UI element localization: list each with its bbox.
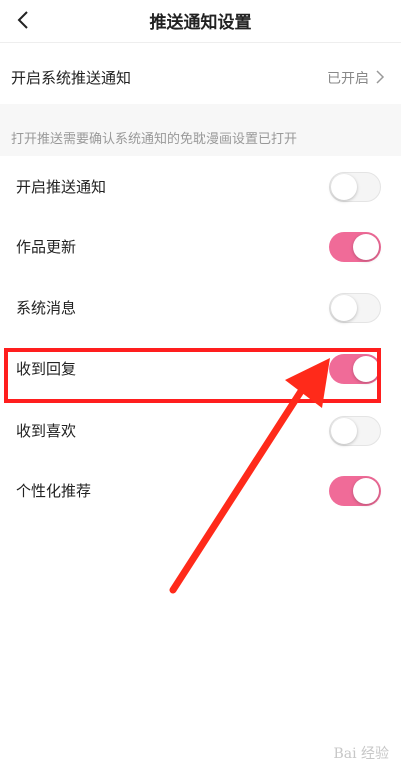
toggle-knob: [353, 478, 379, 504]
row-label: 个性化推荐: [16, 482, 92, 500]
page-title: 推送通知设置: [149, 13, 252, 33]
toggle-knob: [353, 234, 379, 260]
toggle-knob: [331, 295, 357, 321]
work-update-toggle[interactable]: [329, 232, 381, 262]
push-notification-toggle[interactable]: [329, 172, 381, 202]
header-divider: [0, 42, 401, 43]
header: 推送通知设置: [0, 0, 401, 40]
row-push-notification: 开启推送通知: [0, 158, 401, 218]
row-label: 系统消息: [16, 299, 77, 317]
row-label: 开启推送通知: [16, 178, 107, 196]
row-work-update: 作品更新: [0, 218, 401, 278]
system-push-label: 开启系统推送通知: [11, 69, 132, 87]
row-receive-like: 收到喜欢: [0, 402, 401, 462]
tip-text: 打开推送需要确认系统通知的免耽漫画设置已打开: [11, 132, 298, 147]
system-push-status: 已开启: [327, 71, 369, 87]
toggle-knob: [331, 174, 357, 200]
row-label: 作品更新: [16, 238, 77, 256]
system-message-toggle[interactable]: [329, 293, 381, 323]
watermark: Bai 经验: [333, 746, 389, 762]
toggle-knob: [331, 418, 357, 444]
personalized-recommendation-toggle[interactable]: [329, 476, 381, 506]
row-system-message: 系统消息: [0, 279, 401, 339]
row-label: 收到喜欢: [16, 422, 77, 440]
receive-like-toggle[interactable]: [329, 416, 381, 446]
system-push-row[interactable]: 开启系统推送通知 已开启: [0, 56, 401, 96]
annotation-highlight-box: [4, 348, 381, 403]
row-personalized-recommendation: 个性化推荐: [0, 462, 401, 522]
chevron-right-icon: [376, 70, 385, 84]
